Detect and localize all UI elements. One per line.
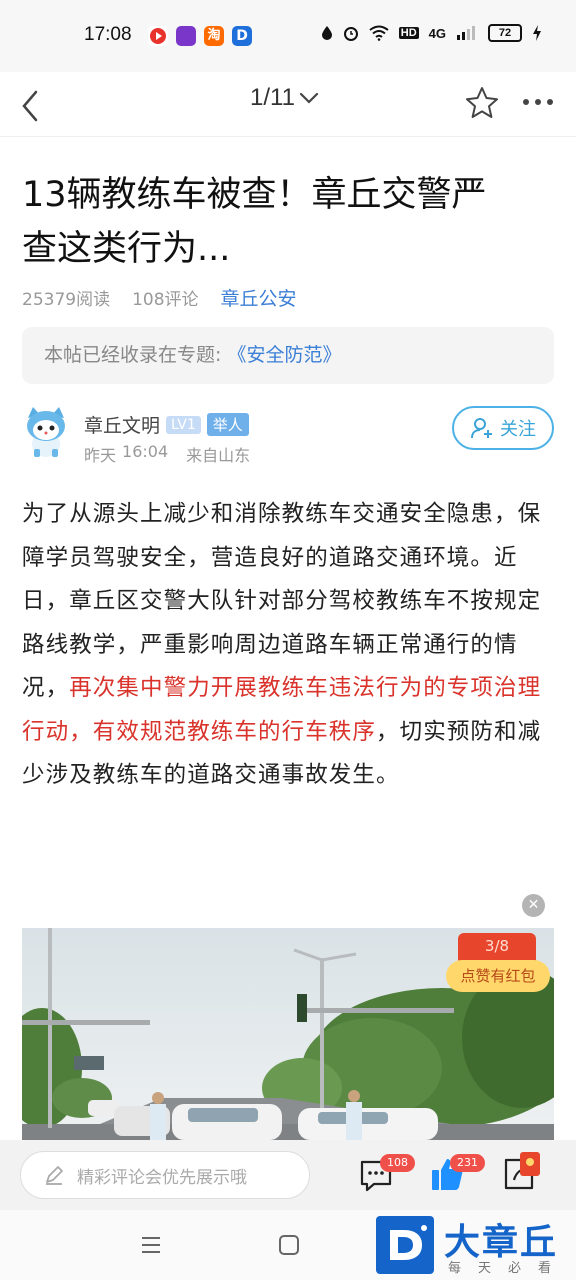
- game-app-icon: [176, 26, 196, 46]
- comment-input[interactable]: 精彩评论会优先展示哦: [20, 1151, 310, 1199]
- topic-banner: 本帖已经收录在专题: 《安全防范》: [22, 327, 554, 384]
- body-text-1: 为了从源头上减少和消除教练车交通安全隐患，保障学员驾驶安全，营造良好的道路交通环…: [22, 501, 542, 701]
- wifi-icon: [369, 25, 389, 41]
- follow-button[interactable]: 关注: [452, 406, 554, 450]
- article-source-link[interactable]: 章丘公安: [221, 284, 297, 311]
- article-meta: 25379阅读 108评论 章丘公安: [22, 285, 297, 311]
- alarm-icon: [343, 27, 358, 41]
- article-body: 为了从源头上减少和消除教练车交通安全隐患，保障学员驾驶安全，营造良好的道路交通环…: [22, 493, 558, 798]
- topic-prefix: 本帖已经收录在专题:: [44, 344, 222, 366]
- dazhangqiu-app-icon: D: [232, 26, 252, 46]
- pencil-icon: [46, 1166, 63, 1185]
- more-icon: [523, 99, 553, 105]
- title-line-1: 13辆教练车被查！章丘交警严: [22, 175, 487, 215]
- status-time: 17:08: [84, 24, 132, 45]
- hd-label: HD: [398, 27, 419, 39]
- battery-indicator: 72: [488, 24, 522, 42]
- home-square-icon: [279, 1235, 299, 1255]
- report-badge[interactable]: 举人: [206, 413, 249, 436]
- avatar[interactable]: [20, 404, 72, 460]
- drop-icon: [321, 26, 332, 40]
- topic-link[interactable]: 《安全防范》: [227, 344, 341, 366]
- post-time: 16:04: [122, 442, 169, 461]
- page-indicator[interactable]: 1/11: [250, 84, 319, 112]
- star-icon: [466, 87, 498, 118]
- signal-label: 4G: [428, 25, 446, 41]
- share-red-packet-icon: [520, 1152, 540, 1176]
- bottom-action-bar: 精彩评论会优先展示哦 108 231: [0, 1140, 576, 1210]
- chevron-down-icon: [299, 92, 319, 104]
- add-user-icon: [471, 418, 492, 439]
- close-ad-button[interactable]: ✕: [522, 894, 545, 917]
- follow-label: 关注: [500, 419, 536, 440]
- taobao-app-icon: 淘: [204, 26, 224, 46]
- dazhangqiu-logo: 大章丘 每天必看: [376, 1215, 576, 1280]
- top-nav: 1/11: [0, 72, 576, 137]
- menu-icon: [142, 1237, 160, 1253]
- post-date: 昨天: [84, 446, 117, 465]
- home-nav-button[interactable]: [276, 1232, 302, 1258]
- level-badge: LV1: [166, 415, 201, 434]
- red-packet-count[interactable]: 3/8: [458, 933, 536, 961]
- video-app-icon: [148, 26, 168, 46]
- logo-d-icon: [376, 1216, 434, 1274]
- post-location: 来自山东: [186, 446, 251, 465]
- logo-subtitle: 每天必看: [448, 1261, 569, 1276]
- menu-nav-button[interactable]: [138, 1232, 164, 1258]
- status-bar: 17:08 淘 D HD 4G 72: [0, 0, 576, 72]
- comment-count-badge: 108: [380, 1154, 415, 1172]
- back-button[interactable]: [16, 82, 56, 126]
- signal-icon: [457, 26, 475, 40]
- more-button[interactable]: [516, 80, 560, 124]
- red-packet-button[interactable]: 点赞有红包: [446, 960, 550, 992]
- author-post-info: 昨天 16:04 来自山东: [84, 442, 250, 466]
- back-arrow-icon: [22, 90, 38, 122]
- author-line: 章丘文明 LV1 举人: [84, 411, 249, 438]
- like-count-badge: 231: [450, 1154, 485, 1172]
- comment-count: 108评论: [132, 290, 199, 310]
- favorite-button[interactable]: [462, 80, 502, 124]
- author-name[interactable]: 章丘文明: [84, 411, 160, 438]
- close-icon: ✕: [527, 897, 540, 913]
- page-indicator-text: 1/11: [250, 84, 295, 111]
- title-line-2: 查这类行为...: [22, 229, 231, 269]
- article-title: 13辆教练车被查！章丘交警严 查这类行为...: [22, 168, 542, 276]
- comment-placeholder: 精彩评论会优先展示哦: [77, 1167, 247, 1188]
- read-count: 25379阅读: [22, 290, 111, 310]
- charging-icon: [533, 25, 541, 41]
